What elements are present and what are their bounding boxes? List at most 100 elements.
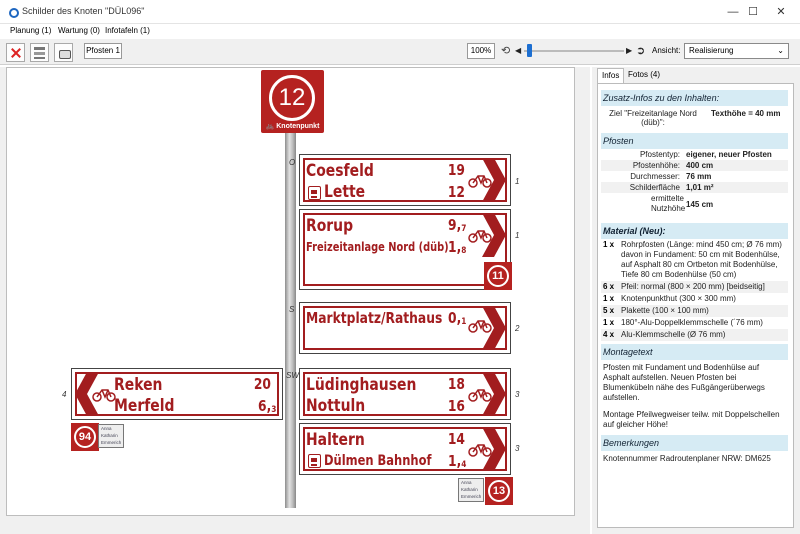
material-row: 1 x 180°-Alu-Doppelklemmschelle (´76 mm) bbox=[603, 318, 763, 327]
tab-infotafeln[interactable]: Infotafeln (1) bbox=[105, 26, 150, 35]
knotenpunkt-hat: 12 🚲 Knotenpunkt bbox=[261, 70, 324, 133]
arrow-right-icon bbox=[482, 158, 506, 202]
sign-distance: 12 bbox=[447, 183, 465, 201]
tab-infos[interactable]: Infos bbox=[597, 68, 625, 83]
sign-distance: 19 bbox=[447, 161, 465, 179]
side-label: 1 bbox=[515, 177, 520, 186]
info-content: Zusatz-Infos zu den Inhalten: Ziel "Frei… bbox=[597, 83, 794, 528]
zoom-slider-thumb[interactable] bbox=[527, 44, 532, 57]
zoom-slider[interactable] bbox=[524, 50, 624, 52]
sign-distance: 1,4 bbox=[448, 452, 467, 471]
sign-place: Lette bbox=[324, 182, 366, 202]
sign-distance: 20 bbox=[253, 375, 271, 393]
sign-coesfeld[interactable]: Coesfeld 19 Lette 12 bbox=[299, 154, 511, 206]
side-label: 3 bbox=[515, 390, 520, 399]
sign-rorup[interactable]: Rorup 9,7 Freizeitanlage Nord (düb) 1,8 bbox=[299, 209, 511, 290]
sign-place: Reken bbox=[114, 375, 163, 395]
sign-distance: 6,3 bbox=[258, 397, 277, 416]
sign-place: Merfeld bbox=[114, 396, 175, 416]
layout-button[interactable] bbox=[30, 43, 49, 62]
slider-end-icon[interactable]: ➲ bbox=[636, 44, 645, 57]
slider-left-arrow-icon[interactable]: ◀ bbox=[515, 46, 521, 55]
section-montage-title: Montagetext bbox=[601, 344, 788, 360]
sign-distance: 9,7 bbox=[448, 216, 467, 235]
chevron-down-icon: ⌄ bbox=[777, 46, 784, 55]
delete-button[interactable] bbox=[6, 43, 25, 62]
knotenpunkt-badge: 11 bbox=[484, 262, 512, 290]
app-icon bbox=[7, 6, 19, 18]
sign-distance: 14 bbox=[447, 430, 465, 448]
arrow-right-icon bbox=[482, 427, 506, 471]
knotenpunkt-badge: 13 bbox=[485, 477, 513, 505]
slider-right-arrow-icon[interactable]: ▶ bbox=[626, 46, 632, 55]
direction-label-o: O bbox=[289, 158, 296, 167]
print-button[interactable] bbox=[54, 43, 73, 62]
arrow-right-icon bbox=[482, 306, 506, 350]
sign-place: Dülmen Bahnhof bbox=[324, 453, 432, 469]
view-select[interactable]: Realisierung ⌄ bbox=[684, 43, 789, 59]
sign-reken[interactable]: Reken 20 Merfeld 6,3 bbox=[71, 368, 283, 420]
sign-haltern[interactable]: Haltern 14 Dülmen Bahnhof 1,4 bbox=[299, 423, 511, 475]
pfosten-row: Pfostenhöhe: 400 cm bbox=[601, 160, 788, 171]
section-pfosten-title: Pfosten bbox=[601, 133, 788, 149]
close-button[interactable]: ✕ bbox=[773, 4, 789, 20]
sign-canvas[interactable]: 12 🚲 Knotenpunkt O S SW Coesfeld 19 Lett… bbox=[6, 67, 575, 516]
zusatz-row: Ziel "Freizeitanlage Nord (düb)": Texthö… bbox=[609, 109, 781, 127]
section-bemerkungen-title: Bemerkungen bbox=[601, 435, 788, 451]
knotenpunkt-number: 12 bbox=[269, 75, 315, 121]
material-row: 5 x Plakette (100 × 100 mm) bbox=[601, 305, 788, 317]
material-row: 1 x Rohrpfosten (Länge: mind 450 cm; Ø 76… bbox=[603, 240, 782, 279]
pfosten-row: Schilderfläche 1,01 m² bbox=[601, 182, 788, 193]
tab-fotos[interactable]: Fotos (4) bbox=[624, 68, 664, 83]
pfosten-row: Pfostentyp: eigener, neuer Pfosten bbox=[639, 150, 772, 159]
section-zusatz-title: Zusatz-Infos zu den Inhalten: bbox=[601, 90, 788, 106]
sign-marktplatz[interactable]: Marktplatz/Rathaus 0,1 bbox=[299, 302, 511, 354]
material-row: 4 x Alu-Klemmschelle (Ø 76 mm) bbox=[601, 329, 788, 341]
sign-place: Lüdinghausen bbox=[306, 375, 417, 395]
side-label: 4 bbox=[62, 390, 67, 399]
direction-label-s: S bbox=[289, 305, 295, 314]
canvas-vertical-scrollbar[interactable] bbox=[577, 68, 588, 516]
zoom-reset-icon[interactable]: ⟲ bbox=[501, 45, 513, 57]
montage-text: Pfosten mit Fundament und Bodenhülse auf… bbox=[603, 363, 765, 402]
sign-place: Marktplatz/Rathaus bbox=[306, 309, 443, 327]
montage-text: Montage Pfeilwegweiser teilw. mit Doppel… bbox=[603, 410, 780, 429]
bus-stop-icon bbox=[308, 186, 321, 200]
view-label: Ansicht: bbox=[652, 46, 681, 55]
pfosten-row: ermittelte Nutzhöhe 145 cm bbox=[651, 194, 714, 213]
minimize-button[interactable]: — bbox=[725, 4, 741, 20]
side-label: 1 bbox=[515, 231, 520, 240]
section-material-title: Material (Neu): bbox=[601, 223, 788, 239]
bus-stop-icon bbox=[308, 454, 321, 468]
sign-place: Rorup bbox=[306, 216, 354, 236]
zoom-level[interactable]: 100% bbox=[467, 43, 495, 59]
maximize-button[interactable]: ☐ bbox=[745, 4, 761, 20]
view-select-value: Realisierung bbox=[689, 46, 734, 55]
side-label: 2 bbox=[515, 324, 520, 333]
arrow-right-icon bbox=[482, 213, 506, 257]
material-row: 1 x Knotenpunkthut (300 × 300 mm) bbox=[603, 294, 736, 303]
arrow-right-icon bbox=[482, 372, 506, 416]
sign-distance: 18 bbox=[447, 375, 465, 393]
sign-distance: 1,8 bbox=[448, 238, 467, 257]
bicycle-icon bbox=[92, 387, 116, 403]
title-bar: Schilder des Knoten "DÜL096" — ☐ ✕ bbox=[0, 0, 800, 24]
knotenpunkt-badge: 94 bbox=[71, 423, 99, 451]
sign-distance: 0,1 bbox=[448, 309, 467, 328]
pfosten-row: Durchmesser: 76 mm bbox=[630, 172, 712, 181]
tab-planung[interactable]: Planung (1) bbox=[10, 26, 51, 35]
info-panel: Infos Fotos (4) Zusatz-Infos zu den Inha… bbox=[592, 67, 800, 534]
menu-tabs: Planung (1) Wartung (0) Infotafeln (1) bbox=[0, 24, 800, 39]
sign-luedinghausen[interactable]: Lüdinghausen 18 Nottuln 16 bbox=[299, 368, 511, 420]
post-tab[interactable]: Pfosten 1 bbox=[84, 43, 122, 59]
sign-place: Coesfeld bbox=[306, 161, 374, 181]
window-title: Schilder des Knoten "DÜL096" bbox=[22, 6, 145, 16]
knotenpunkt-label: 🚲 Knotenpunkt bbox=[265, 123, 320, 130]
sign-place: Nottuln bbox=[306, 396, 366, 416]
info-plaque: Anna Katharin Emmerich bbox=[98, 424, 124, 448]
info-plaque: Anna Katharin Emmerich bbox=[458, 478, 484, 502]
direction-label-sw: SW bbox=[286, 371, 299, 380]
sign-place: Haltern bbox=[306, 430, 365, 450]
tab-wartung[interactable]: Wartung (0) bbox=[58, 26, 100, 35]
side-label: 3 bbox=[515, 444, 520, 453]
